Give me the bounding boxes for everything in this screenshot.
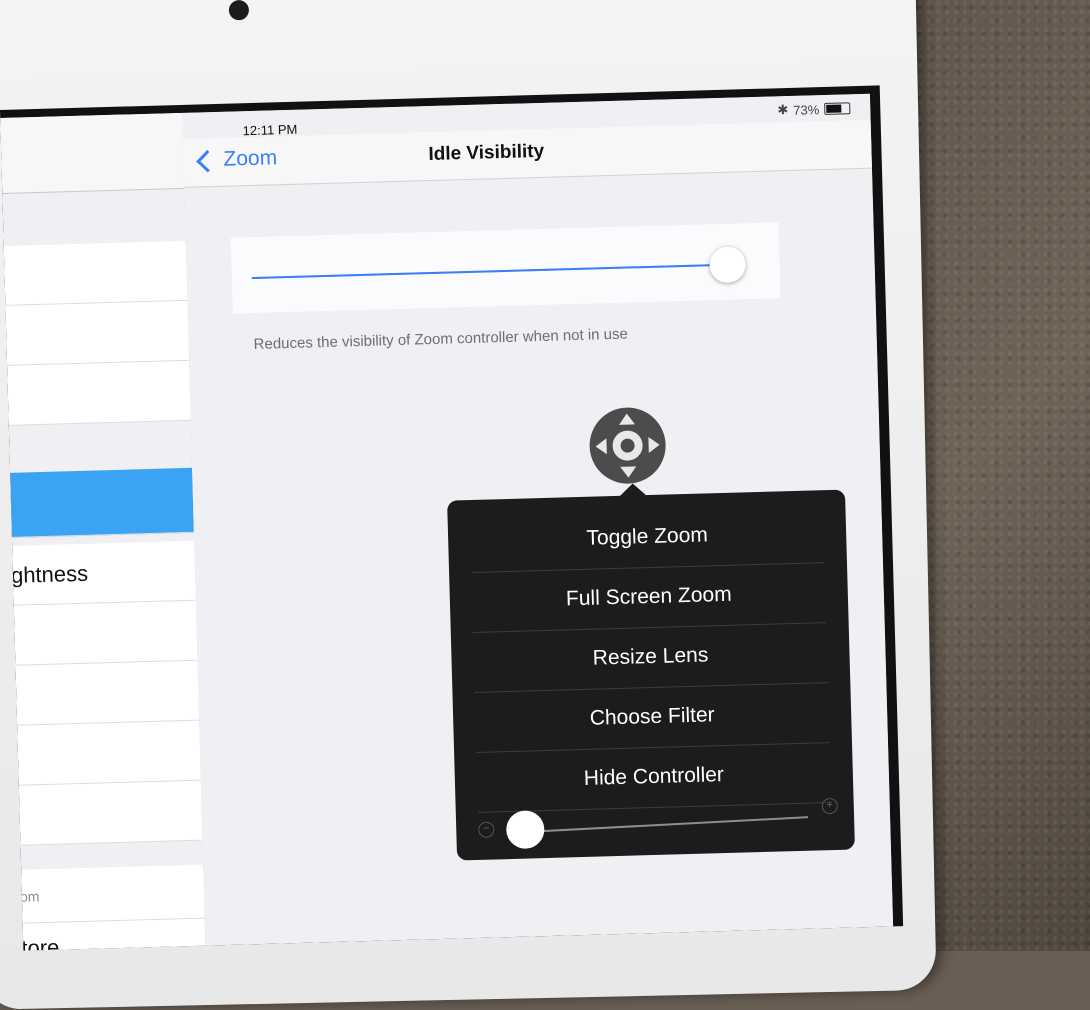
menu-item-full-screen-zoom[interactable]: Full Screen Zoom xyxy=(471,562,827,634)
chevron-left-icon xyxy=(196,149,219,173)
master-row-label: ghtness xyxy=(10,560,89,588)
zoom-in-icon: + xyxy=(821,797,838,815)
bluetooth-icon: ✱ xyxy=(777,101,789,118)
master-row[interactable] xyxy=(13,600,198,666)
master-nav-bar xyxy=(0,112,185,194)
master-row[interactable] xyxy=(15,660,200,726)
master-row[interactable] xyxy=(17,720,201,786)
zoom-out-icon: − xyxy=(478,821,495,838)
controller-dot xyxy=(620,438,635,453)
master-row[interactable]: ghtness xyxy=(10,540,196,606)
slider-footnote: Reduces the visibility of Zoom controlle… xyxy=(253,325,629,354)
battery-percent: 73% xyxy=(793,101,820,118)
master-row[interactable] xyxy=(5,300,190,366)
arrow-down-icon xyxy=(620,466,637,478)
detail-pane: 12:11 PM ✱ 73% Zoom Idle Visibility Redu… xyxy=(182,93,894,946)
master-row[interactable] xyxy=(3,240,188,306)
status-right: ✱ 73% xyxy=(777,100,851,118)
master-row-selected[interactable] xyxy=(10,467,194,538)
battery-fill xyxy=(826,104,841,113)
back-button[interactable]: Zoom xyxy=(196,146,278,173)
zoom-menu-popover: Toggle Zoom Full Screen Zoom Resize Lens… xyxy=(447,483,855,861)
slider-fill xyxy=(251,263,728,280)
zoom-controller[interactable] xyxy=(588,406,667,485)
page-title: Idle Visibility xyxy=(428,140,545,166)
menu-item-choose-filter[interactable]: Choose Filter xyxy=(474,682,830,753)
master-row[interactable]: om xyxy=(19,864,205,924)
front-camera xyxy=(228,0,250,21)
battery-icon xyxy=(824,102,851,115)
master-row-label: tore xyxy=(21,934,60,951)
back-label: Zoom xyxy=(223,146,278,171)
idle-visibility-slider[interactable] xyxy=(230,222,781,314)
controller-center xyxy=(612,430,644,462)
zoom-slider-track xyxy=(518,816,809,834)
settings-app: ghtnessomtore 12:11 PM ✱ 73% Zoom Idle xyxy=(0,93,894,951)
zoom-slider-knob[interactable] xyxy=(505,810,545,850)
popover-arrow xyxy=(618,483,648,497)
slider-track xyxy=(251,246,747,284)
arrow-right-icon xyxy=(648,436,660,454)
arrow-left-icon xyxy=(595,438,607,455)
ipad-screen: ghtnessomtore 12:11 PM ✱ 73% Zoom Idle xyxy=(0,85,904,951)
master-row-label: om xyxy=(19,887,40,905)
menu-item-toggle-zoom[interactable]: Toggle Zoom xyxy=(469,502,825,574)
slider-knob[interactable] xyxy=(709,246,747,284)
menu-item-resize-lens[interactable]: Resize Lens xyxy=(472,622,829,693)
master-row[interactable] xyxy=(18,780,203,846)
master-row[interactable]: tore xyxy=(21,918,207,951)
arrow-up-icon xyxy=(618,413,636,425)
master-row[interactable] xyxy=(7,360,191,426)
master-pane: ghtness om tore xyxy=(0,112,207,951)
